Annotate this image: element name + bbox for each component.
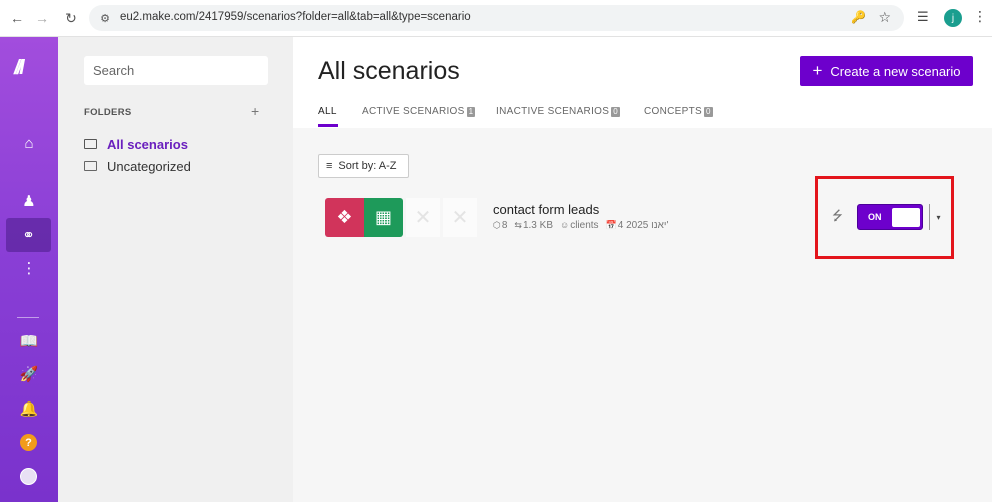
modules-count: ⬡8 [493, 220, 507, 231]
create-scenario-button[interactable]: + Create a new scenario [800, 56, 973, 86]
make-logo-icon[interactable]: //l [14, 57, 44, 79]
create-scenario-label: Create a new scenario [830, 63, 961, 79]
address-bar[interactable]: ⚙ eu2.make.com/2417959/scenarios?folder=… [89, 5, 904, 31]
scenario-name[interactable]: contact form leads [493, 202, 599, 217]
webhook-app-icon[interactable]: ❖ [325, 198, 364, 237]
more-vertical-icon[interactable]: ⋮ [14, 256, 44, 280]
tab-label: CONCEPTS [644, 106, 702, 117]
scenario-date: 📅4 2025 יאנו' [606, 220, 669, 231]
app-rail: //l ⌂ ♟ ⚭ ⋮ 📖 🚀 🔔 ? [0, 37, 58, 502]
browser-toolbar: ← → ↻ ⚙ eu2.make.com/2417959/scenarios?f… [0, 0, 992, 37]
data-size-value: 1.3 KB [522, 220, 553, 231]
profile-avatar[interactable]: j [944, 9, 962, 27]
bell-icon[interactable]: 🔔 [14, 397, 44, 421]
folder-icon [84, 161, 97, 171]
folders-heading: FOLDERS [84, 107, 132, 118]
book-icon[interactable]: 📖 [14, 329, 44, 353]
date-value: 4 2025 יאנו' [617, 220, 669, 231]
scenario-meta: ⬡8 ⇆1.3 KB ☺clients 📅4 2025 יאנו' [493, 220, 668, 231]
rail-divider [17, 317, 39, 318]
browser-menu-icon[interactable]: ⋮ [973, 8, 987, 25]
tab-count-badge: 0 [611, 106, 620, 117]
calendar-icon: 📅 [605, 220, 617, 230]
modules-value: 8 [501, 220, 508, 231]
active-tab-indicator [318, 124, 338, 127]
back-arrow-icon[interactable]: ← [6, 7, 28, 29]
plus-icon: + [812, 61, 823, 80]
tab-label: INACTIVE SCENARIOS [496, 106, 610, 117]
main-content: All scenarios + Create a new scenario AL… [293, 37, 992, 502]
tab-all[interactable]: ALL [318, 106, 337, 117]
folder-item-all-scenarios[interactable]: All scenarios [84, 135, 188, 153]
media-control-icon[interactable]: ☰ [917, 9, 929, 25]
folder-item-uncategorized[interactable]: Uncategorized [84, 157, 191, 175]
tab-count-badge: 0 [703, 106, 713, 117]
scenario-folder: ☺clients [560, 220, 599, 231]
data-transfer: ⇆1.3 KB [514, 220, 553, 231]
user-avatar[interactable] [20, 468, 37, 485]
tab-active-scenarios[interactable]: ACTIVE SCENARIOS 1 [362, 106, 476, 117]
url-text[interactable]: eu2.make.com/2417959/scenarios?folder=al… [120, 11, 471, 23]
folder-panel: Search FOLDERS + All scenarios Uncategor… [58, 37, 293, 502]
home-icon[interactable]: ⌂ [14, 131, 44, 155]
tab-label: ALL [318, 106, 337, 117]
forward-arrow-icon[interactable]: → [31, 7, 53, 29]
page-title: All scenarios [318, 57, 460, 85]
transfer-arrows-icon: ⇆ [514, 220, 522, 230]
tab-count-badge: 1 [466, 106, 476, 117]
reload-icon[interactable]: ↻ [60, 7, 82, 29]
team-icon[interactable]: ♟ [14, 189, 44, 213]
google-sheets-app-icon[interactable]: ▦ [364, 198, 403, 237]
person-icon: ☺ [560, 220, 570, 230]
scenarios-share-icon[interactable]: ⚭ [6, 218, 51, 252]
tab-inactive-scenarios[interactable]: INACTIVE SCENARIOS 0 [496, 106, 620, 117]
tab-concepts[interactable]: CONCEPTS 0 [644, 106, 713, 117]
page-header: All scenarios + Create a new scenario AL… [293, 37, 992, 128]
folder-open-icon [84, 139, 97, 149]
help-icon[interactable]: ? [20, 434, 37, 451]
cube-icon: ⬡ [493, 220, 501, 230]
empty-module-icon: ✕ [406, 198, 440, 237]
folder-label: All scenarios [107, 136, 188, 152]
bookmark-star-icon[interactable]: ☆ [878, 9, 891, 26]
rocket-icon[interactable]: 🚀 [14, 362, 44, 386]
search-input[interactable]: Search [84, 56, 268, 85]
tab-label: ACTIVE SCENARIOS [362, 106, 465, 117]
add-folder-plus-icon[interactable]: + [251, 103, 259, 119]
sort-lines-icon: ≡ [326, 160, 333, 172]
key-icon[interactable]: 🔑 [851, 10, 866, 24]
sort-button[interactable]: ≡ Sort by: A-Z [318, 154, 409, 178]
folder-label: Uncategorized [107, 158, 191, 174]
highlight-annotation [815, 176, 954, 259]
folder-value: clients [570, 220, 599, 231]
empty-module-icon: ✕ [443, 198, 477, 237]
site-settings-icon[interactable]: ⚙ [97, 10, 113, 26]
sort-label: Sort by: A-Z [338, 160, 397, 172]
